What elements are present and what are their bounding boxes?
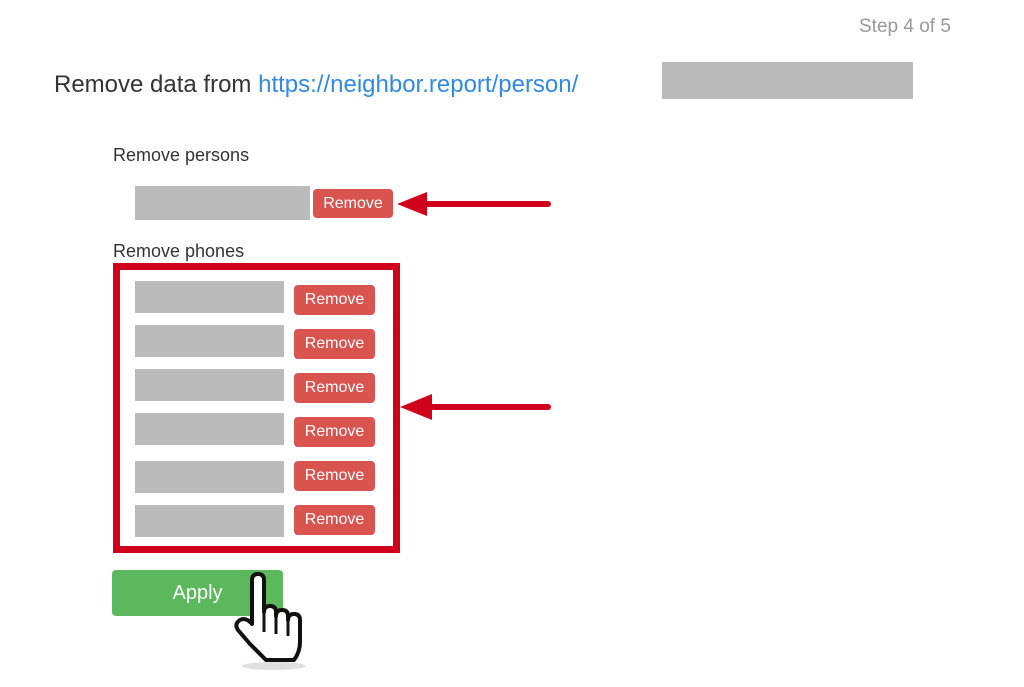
source-url-link[interactable]: https://neighbor.report/person/ — [258, 71, 578, 98]
redacted-phone — [135, 325, 284, 357]
remove-phone-button[interactable]: Remove — [294, 329, 375, 359]
page-title: Remove data from https://neighbor.report… — [54, 71, 578, 99]
arrow-head — [400, 394, 432, 420]
arrow-head — [397, 192, 427, 216]
redacted-phone — [135, 461, 284, 493]
remove-phone-button[interactable]: Remove — [294, 505, 375, 535]
redacted-person-name — [135, 186, 310, 220]
redacted-phone — [135, 413, 284, 445]
remove-phone-button[interactable]: Remove — [294, 373, 375, 403]
redacted-phone — [135, 369, 284, 401]
redacted-url-segment — [662, 62, 913, 99]
remove-person-button[interactable]: Remove — [313, 189, 393, 218]
annotation-arrow-persons — [397, 192, 551, 216]
redacted-phone — [135, 281, 284, 313]
remove-phone-button[interactable]: Remove — [294, 285, 375, 315]
annotation-arrow-phones — [400, 394, 551, 420]
hand-pointer-cursor-icon — [234, 572, 306, 670]
remove-phone-button[interactable]: Remove — [294, 461, 375, 491]
remove-phone-button[interactable]: Remove — [294, 417, 375, 447]
title-prefix: Remove data from — [54, 71, 259, 98]
remove-phones-label: Remove phones — [113, 241, 245, 261]
step-indicator: Step 4 of 5 — [859, 16, 951, 37]
remove-persons-label: Remove persons — [113, 145, 250, 165]
redacted-phone — [135, 505, 284, 537]
